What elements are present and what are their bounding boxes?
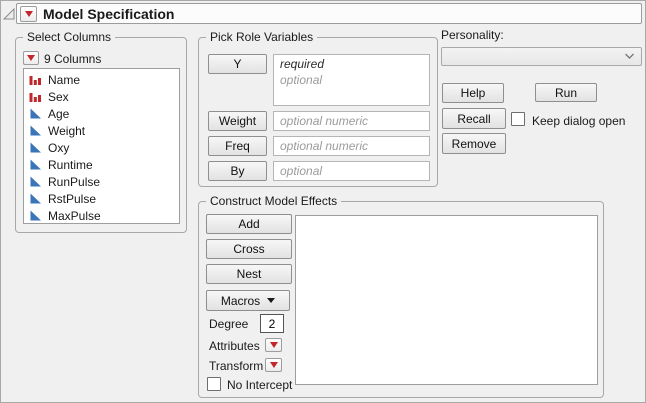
list-item[interactable]: Sex (24, 88, 179, 105)
list-item[interactable]: Runtime (24, 156, 179, 173)
column-name: Sex (48, 90, 69, 104)
cross-button[interactable]: Cross (206, 239, 292, 259)
red-triangle-icon (25, 11, 33, 17)
freq-role-button[interactable]: Freq (208, 136, 267, 156)
list-item[interactable]: Weight (24, 122, 179, 139)
list-item[interactable]: Oxy (24, 139, 179, 156)
column-name: Oxy (48, 141, 69, 155)
personality-label: Personality: (441, 28, 504, 42)
red-triangle-menu-button[interactable] (20, 6, 37, 22)
no-intercept-label[interactable]: No Intercept (227, 378, 292, 392)
no-intercept-checkbox[interactable] (207, 377, 221, 391)
select-columns-group: Select Columns 9 Columns Name Sex Age We… (15, 37, 187, 233)
construct-model-effects-group-label: Construct Model Effects (206, 194, 341, 208)
disclosure-open-icon[interactable] (3, 7, 15, 19)
y-role-dropzone[interactable]: required optional (273, 54, 430, 106)
attributes-label: Attributes (209, 339, 260, 353)
list-item[interactable]: Name (24, 71, 179, 88)
column-name: Age (48, 107, 69, 121)
columns-filter-menu-button[interactable] (23, 51, 39, 65)
degree-label: Degree (209, 317, 248, 331)
red-triangle-icon (27, 55, 35, 61)
nominal-column-icon (29, 90, 43, 103)
continuous-column-icon (29, 158, 43, 171)
red-triangle-icon (270, 342, 278, 348)
y-required-placeholder: required (280, 56, 423, 72)
red-triangle-icon (270, 362, 278, 368)
continuous-column-icon (29, 175, 43, 188)
transform-menu-button[interactable] (265, 358, 282, 372)
column-name: MaxPulse (48, 209, 101, 223)
remove-button[interactable]: Remove (442, 133, 506, 154)
keep-dialog-open-checkbox[interactable] (511, 112, 525, 126)
macros-label: Macros (221, 294, 260, 308)
list-item[interactable]: Age (24, 105, 179, 122)
column-name: Weight (48, 124, 85, 138)
add-button[interactable]: Add (206, 214, 292, 234)
y-role-button[interactable]: Y (208, 54, 267, 74)
nominal-column-icon (29, 73, 43, 86)
select-columns-group-label: Select Columns (23, 30, 115, 44)
list-item[interactable]: RunPulse (24, 173, 179, 190)
macros-menu-button[interactable]: Macros (206, 290, 290, 311)
continuous-column-icon (29, 209, 43, 222)
pick-role-variables-group-label: Pick Role Variables (206, 30, 317, 44)
by-role-button[interactable]: By (208, 161, 267, 181)
continuous-column-icon (29, 141, 43, 154)
columns-count-label[interactable]: 9 Columns (44, 52, 101, 66)
page-title: Model Specification (43, 6, 174, 22)
freq-placeholder: optional numeric (280, 138, 423, 154)
recall-button[interactable]: Recall (442, 108, 506, 129)
degree-input[interactable] (260, 314, 284, 333)
run-button[interactable]: Run (535, 83, 597, 102)
column-name: RunPulse (48, 175, 100, 189)
attributes-menu-button[interactable] (265, 338, 282, 352)
list-item[interactable]: RstPulse (24, 190, 179, 207)
chevron-down-icon (624, 53, 635, 60)
freq-role-dropzone[interactable]: optional numeric (273, 136, 430, 156)
continuous-column-icon (29, 107, 43, 120)
column-name: Runtime (48, 158, 93, 172)
y-optional-placeholder: optional (280, 72, 423, 88)
outline-header: Model Specification (16, 3, 642, 24)
continuous-column-icon (29, 124, 43, 137)
weight-role-button[interactable]: Weight (208, 111, 267, 131)
column-name: Name (48, 73, 80, 87)
personality-select[interactable] (441, 47, 642, 66)
weight-placeholder: optional numeric (280, 113, 423, 129)
transform-label: Transform (209, 359, 263, 373)
columns-list[interactable]: Name Sex Age Weight Oxy Runtime (23, 68, 180, 224)
model-effects-list[interactable] (295, 215, 598, 385)
nest-button[interactable]: Nest (206, 264, 292, 284)
by-placeholder: optional (280, 163, 423, 179)
pick-role-variables-group: Pick Role Variables Y required optional … (198, 37, 438, 187)
model-specification-dialog: Model Specification Select Columns 9 Col… (0, 0, 646, 403)
by-role-dropzone[interactable]: optional (273, 161, 430, 181)
keep-dialog-open-label[interactable]: Keep dialog open (532, 114, 625, 128)
construct-model-effects-group: Construct Model Effects Add Cross Nest M… (198, 201, 604, 398)
continuous-column-icon (29, 192, 43, 205)
weight-role-dropzone[interactable]: optional numeric (273, 111, 430, 131)
column-name: RstPulse (48, 192, 96, 206)
list-item[interactable]: MaxPulse (24, 207, 179, 224)
dropdown-triangle-icon (267, 298, 275, 303)
help-button[interactable]: Help (442, 83, 504, 103)
